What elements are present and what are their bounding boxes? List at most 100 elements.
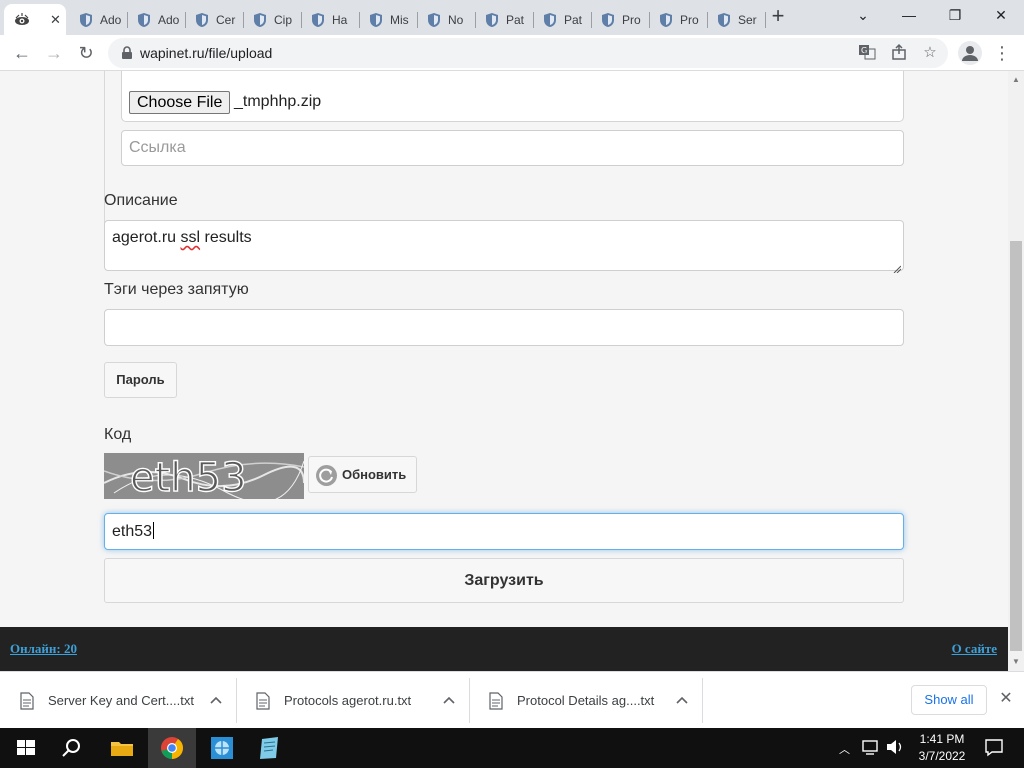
tab-item[interactable]: Pro xyxy=(592,4,650,35)
site-footer: Онлайн: 20 О сайте xyxy=(0,627,1008,671)
tab-title: Ser xyxy=(738,12,757,27)
scroll-down-arrow-icon[interactable]: ▼ xyxy=(1011,658,1021,666)
refresh-icon xyxy=(316,465,337,486)
tab-title: Pat xyxy=(506,12,525,27)
system-clock[interactable]: 1:41 PM 3/7/2022 xyxy=(912,731,972,765)
close-tab-icon[interactable]: ✕ xyxy=(50,12,61,28)
captcha-image: eth53 xyxy=(104,453,304,499)
tab-title: No xyxy=(448,12,464,27)
tab-active[interactable]: ✕ xyxy=(4,4,66,35)
tab-title: Pro xyxy=(622,12,641,27)
chevron-up-icon[interactable] xyxy=(443,694,455,706)
selected-file-name: _tmphhp.zip xyxy=(234,93,322,110)
link-input[interactable] xyxy=(121,130,904,166)
upload-button[interactable]: Загрузить xyxy=(104,558,904,603)
page-content: Choose File _tmphhp.zip Описание agerot.… xyxy=(0,71,1008,671)
online-count-link[interactable]: Онлайн: 20 xyxy=(10,641,77,657)
volume-icon[interactable] xyxy=(884,736,906,758)
tab-title: Pat xyxy=(564,12,583,27)
tab-item[interactable]: Cer xyxy=(186,4,244,35)
scroll-up-arrow-icon[interactable]: ▲ xyxy=(1011,76,1021,84)
download-file-name: Protocols agerot.ru.txt xyxy=(284,693,412,708)
tab-item[interactable]: Ha xyxy=(302,4,360,35)
code-label: Код xyxy=(104,426,132,443)
tab-title: Ado xyxy=(158,12,180,27)
refresh-label: Обновить xyxy=(342,467,407,482)
tab-item[interactable]: Ado xyxy=(128,4,186,35)
download-file-name: Protocol Details ag....txt xyxy=(517,693,655,708)
text-caret xyxy=(153,522,155,539)
download-item[interactable]: Server Key and Cert....txt xyxy=(0,672,236,729)
profile-avatar-icon[interactable] xyxy=(958,41,982,65)
tray-expand-icon[interactable]: ︿ xyxy=(839,741,850,757)
description-misspelled-word: ssl xyxy=(180,229,201,246)
tab-item[interactable]: Pat xyxy=(476,4,534,35)
translate-icon[interactable]: G xyxy=(857,43,877,63)
tab-item[interactable]: No xyxy=(418,4,476,35)
shield-icon xyxy=(310,12,326,28)
download-item[interactable]: Protocol Details ag....txt xyxy=(469,672,702,729)
download-file-name: Server Key and Cert....txt xyxy=(48,693,194,708)
tab-title: Ado xyxy=(100,12,122,27)
new-tab-button[interactable]: + xyxy=(766,5,790,29)
shield-icon xyxy=(136,12,152,28)
tab-title: Cip xyxy=(274,12,293,27)
shield-icon xyxy=(78,12,94,28)
browser-toolbar: ← → ↻ wapinet.ru/file/upload G ☆ ⋮ xyxy=(0,35,1024,71)
shield-icon xyxy=(368,12,384,28)
minimize-button[interactable]: — xyxy=(886,0,932,32)
tab-search-icon[interactable]: ⌄ xyxy=(840,0,886,32)
password-button[interactable]: Пароль xyxy=(104,362,177,398)
tags-input[interactable] xyxy=(104,309,904,346)
tab-item[interactable]: Pat xyxy=(534,4,592,35)
description-word: agerot.ru xyxy=(112,229,177,246)
chrome-icon[interactable] xyxy=(158,734,186,762)
network-tray-icon[interactable] xyxy=(860,736,882,758)
clock-date: 3/7/2022 xyxy=(918,749,966,763)
eye-icon xyxy=(14,12,30,28)
description-textarea[interactable]: agerot.ru ssl results xyxy=(104,220,904,274)
shield-icon xyxy=(484,12,500,28)
tab-title: Mis xyxy=(390,12,409,27)
reload-button[interactable]: ↻ xyxy=(74,41,98,65)
search-icon[interactable] xyxy=(58,734,86,762)
share-icon[interactable] xyxy=(889,43,909,63)
bookmark-star-icon[interactable]: ☆ xyxy=(920,43,940,63)
about-site-link[interactable]: О сайте xyxy=(952,641,997,657)
chevron-up-icon[interactable] xyxy=(210,694,222,706)
text-file-icon xyxy=(489,691,503,710)
tab-item[interactable]: Ado xyxy=(70,4,128,35)
menu-kebab-icon[interactable]: ⋮ xyxy=(992,43,1012,63)
tab-item[interactable]: Ser xyxy=(708,4,766,35)
notepad-icon[interactable] xyxy=(256,734,284,762)
code-value: eth53 xyxy=(112,523,153,540)
show-all-downloads-button[interactable]: Show all xyxy=(911,685,987,715)
file-upload-box: Choose File _tmphhp.zip xyxy=(121,71,904,122)
tab-item[interactable]: Cip xyxy=(244,4,302,35)
tab-title: Ha xyxy=(332,12,348,27)
close-window-button[interactable]: ✕ xyxy=(978,0,1024,32)
text-file-icon xyxy=(20,691,34,710)
captcha-code-input[interactable]: eth53 xyxy=(104,513,904,550)
notifications-icon[interactable] xyxy=(982,735,1006,759)
back-button[interactable]: ← xyxy=(10,41,34,65)
close-downloads-icon[interactable]: ✕ xyxy=(996,689,1016,709)
svg-text:G: G xyxy=(861,46,867,55)
file-explorer-icon[interactable] xyxy=(108,734,136,762)
address-bar[interactable]: wapinet.ru/file/upload xyxy=(108,38,948,68)
tab-item[interactable]: Pro xyxy=(650,4,708,35)
choose-file-button[interactable]: Choose File xyxy=(129,91,231,114)
url-text[interactable]: wapinet.ru/file/upload xyxy=(140,45,272,61)
clock-time: 1:41 PM xyxy=(919,732,965,746)
resize-handle-icon[interactable] xyxy=(893,260,902,274)
tab-item[interactable]: Mis xyxy=(360,4,418,35)
windows-start-icon[interactable] xyxy=(12,734,40,762)
refresh-captcha-button[interactable]: Обновить xyxy=(308,456,417,493)
chevron-up-icon[interactable] xyxy=(676,694,688,706)
scrollbar-thumb[interactable] xyxy=(1010,241,1022,651)
network-app-icon[interactable] xyxy=(208,734,236,762)
forward-button[interactable]: → xyxy=(42,41,66,65)
download-item[interactable]: Protocols agerot.ru.txt xyxy=(236,672,469,729)
tags-label: Тэги через запятую xyxy=(104,281,249,298)
restore-button[interactable]: ❐ xyxy=(932,0,978,32)
